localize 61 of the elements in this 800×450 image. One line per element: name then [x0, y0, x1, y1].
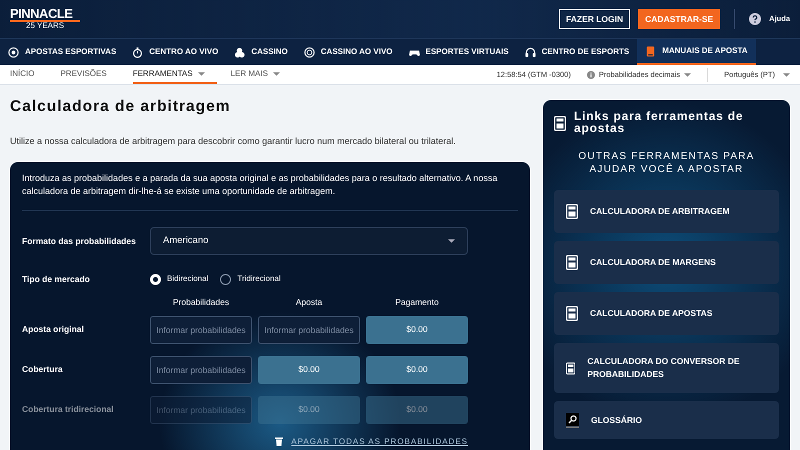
result-field: $0.00 — [366, 356, 468, 384]
page-description: Utilize a nossa calculadora de arbitragem para descobrir como garantir lucro num mercado bilateral ou trilateral. — [10, 134, 457, 148]
ball-icon — [8, 46, 19, 58]
market-radio[interactable]: Bidirecional — [150, 273, 208, 286]
odds-input[interactable]: Informar probabilidades — [150, 316, 252, 344]
calculator-icon — [554, 116, 566, 132]
magnifier-icon — [566, 412, 579, 428]
coins-icon — [234, 46, 246, 58]
nav-tab[interactable]: CASSINO AO VIVO — [296, 39, 400, 65]
tool-link[interactable]: CALCULADORA DE MARGENS — [554, 241, 779, 284]
headset-icon — [524, 46, 536, 58]
logo[interactable]: PINNACLE 25 YEARS — [10, 8, 80, 30]
subnav-tab[interactable]: FERRAMENTAS — [132, 65, 217, 84]
roulette-icon — [304, 46, 315, 58]
nav-tab[interactable]: APOSTAS ESPORTIVAS — [0, 39, 124, 65]
field-label: Tipo de mercado — [22, 273, 91, 286]
subnav-tab[interactable]: LER MAIS — [230, 65, 292, 84]
login-button[interactable]: FAZER LOGIN — [559, 8, 630, 30]
tool-link[interactable]: GLOSSÁRIO — [554, 401, 779, 439]
calculator-icon — [566, 306, 578, 321]
trash-icon — [275, 437, 284, 446]
intro-text: Introduza as probabilidades e a parada da sua aposta original e as probabilidades para o resultado alternativo. A nossa calculadora de arbitragem dir-lhe-á se existe uma oportunidade de arbitragem. — [22, 172, 518, 212]
sidebar-title: Links para ferramentas de apostas — [574, 110, 744, 134]
tool-link[interactable]: CALCULADORA DE APOSTAS — [554, 292, 779, 335]
odds-input[interactable]: Informar probabilidades — [150, 356, 252, 384]
subnav-tab[interactable]: PREVISÕES — [60, 65, 119, 84]
nav-tab[interactable]: CENTRO DE ESPORTS — [516, 39, 638, 65]
caret-icon — [783, 72, 790, 76]
column-header: Pagamento — [394, 296, 440, 309]
odds-format-select[interactable]: Americano — [150, 227, 468, 256]
column-header: Aposta — [294, 296, 324, 309]
row-label: Aposta original — [22, 323, 85, 336]
calculator-icon — [566, 255, 578, 270]
calculator-icon — [566, 360, 576, 376]
clear-all-link[interactable]: APAGAR TODAS AS PROBABILIDADES — [291, 436, 468, 448]
stopwatch-icon — [132, 46, 144, 58]
subnav-tab[interactable]: INÍCIO — [10, 65, 46, 84]
nav-tab[interactable]: CASSINO — [226, 39, 296, 65]
sidebar-subtitle: OUTRAS FERRAMENTAS PARA AJUDAR VOCÊ A APOSTAR — [577, 150, 756, 176]
tool-link[interactable]: CALCULADORA DE ARBITRAGEM — [554, 190, 779, 233]
market-radio[interactable]: Tridirecional — [220, 273, 281, 286]
nav-tab[interactable]: MANUAIS DE APOSTA — [637, 39, 756, 65]
calculator-icon — [566, 204, 578, 219]
result-field: $0.00 — [258, 396, 360, 424]
row-label: Cobertura — [22, 363, 64, 376]
help-icon[interactable] — [749, 13, 762, 25]
tool-link[interactable]: CALCULADORA DO CONVERSOR DE PROBABILIDADES — [554, 343, 779, 393]
field-label: Formato das probabilidades — [22, 234, 137, 248]
nav-tab[interactable]: CENTRO AO VIVO — [124, 39, 226, 65]
caret-icon — [448, 239, 455, 244]
info-icon — [586, 70, 595, 78]
result-field: $0.00 — [258, 356, 360, 384]
result-field: $0.00 — [366, 396, 468, 424]
book-icon — [645, 46, 656, 56]
caret-icon — [684, 72, 692, 76]
row-label: Cobertura tridirecional — [22, 403, 115, 416]
page-title: Calculadora de arbitragem — [10, 98, 232, 117]
column-header: Probabilidades — [172, 296, 230, 309]
odds-input[interactable]: Informar probabilidades — [258, 316, 360, 344]
nav-tab[interactable]: ESPORTES VIRTUAIS — [400, 39, 517, 65]
result-field: $0.00 — [366, 316, 468, 344]
